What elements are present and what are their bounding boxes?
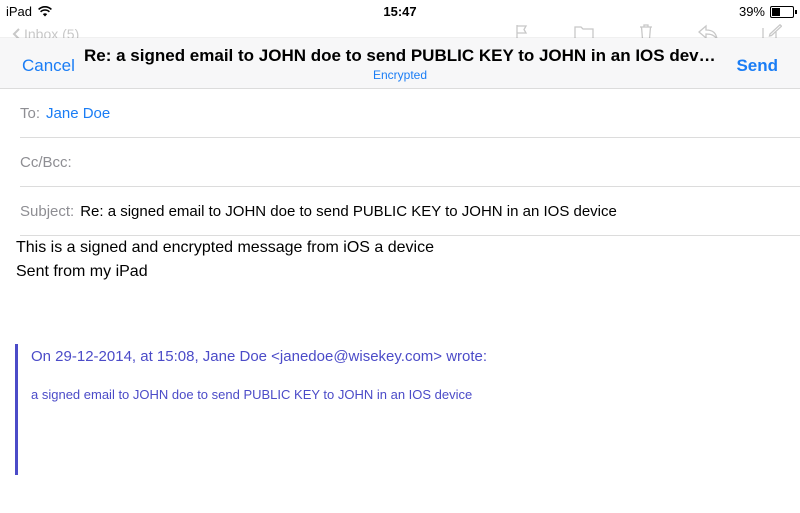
subject-input[interactable]: Re: a signed email to JOHN doe to send P… [80, 203, 617, 220]
subject-field[interactable]: Subject: Re: a signed email to JOHN doe … [20, 187, 800, 236]
to-field[interactable]: To: Jane Doe [20, 89, 800, 138]
status-time: 15:47 [383, 4, 417, 19]
signature-line: Sent from my iPad [16, 263, 148, 280]
recipient-token[interactable]: Jane Doe [46, 105, 110, 122]
send-button[interactable]: Send [736, 56, 778, 76]
subject-label: Subject: [20, 202, 75, 220]
background-toolbar: Inbox (5) [0, 18, 800, 42]
encrypted-label: Encrypted [372, 68, 428, 82]
message-body[interactable]: This is a signed and encrypted message f… [16, 236, 786, 284]
message-line: This is a signed and encrypted message f… [16, 239, 434, 256]
compose-navbar: Cancel Re: a signed email to JOHN doe to… [0, 38, 800, 89]
battery-level [772, 7, 780, 16]
compose-title: Re: a signed email to JOHN doe to send P… [84, 46, 716, 65]
to-label: To: [20, 104, 41, 122]
status-right: 39% [738, 4, 797, 19]
cc-bcc-field[interactable]: Cc/Bcc: [20, 138, 800, 187]
quoted-message: On 29-12-2014, at 15:08, Jane Doe <janed… [15, 344, 785, 475]
battery-percent: 39% [738, 4, 765, 19]
quote-header: On 29-12-2014, at 15:08, Jane Doe <janed… [31, 348, 488, 365]
cc-bcc-label: Cc/Bcc: [20, 153, 72, 171]
screen: iPad 15:47 39% Inbox (5) Cancel Re: a si… [0, 0, 800, 513]
battery-icon [770, 5, 797, 18]
quote-body: a signed email to JOHN doe to send PUBLI… [31, 387, 473, 402]
